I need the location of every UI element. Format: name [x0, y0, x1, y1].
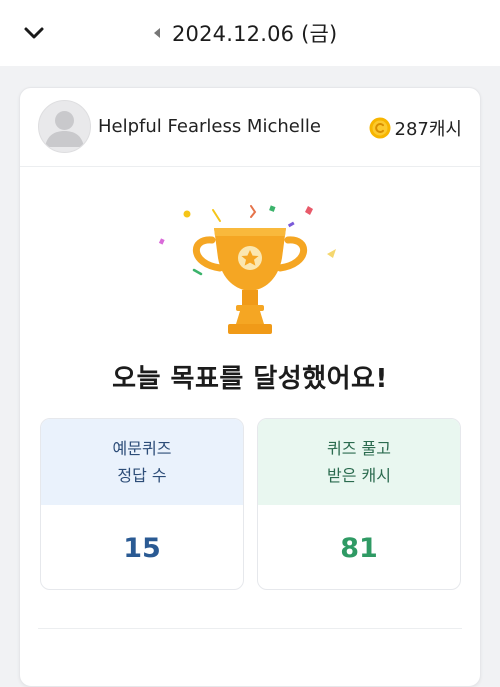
avatar[interactable] [38, 100, 91, 153]
coin-icon [369, 117, 391, 139]
quiz-correct-label: 예문퀴즈 정답 수 [41, 419, 243, 505]
user-avatar-icon [45, 111, 84, 147]
goal-achieved-title: 오늘 목표를 달성했어요! [112, 364, 388, 394]
quiz-correct-value: 15 [123, 532, 161, 564]
cash-amount: 287캐시 [394, 119, 462, 140]
quiz-correct-stat: 예문퀴즈 정답 수 15 [40, 418, 244, 590]
collapse-button[interactable] [18, 17, 50, 49]
divider [38, 628, 462, 629]
chevron-down-icon [24, 27, 44, 39]
daily-goal-card: Helpful Fearless Michelle 287캐시 오늘 목표를 달… [19, 87, 481, 687]
trophy-icon [158, 205, 336, 334]
earned-cash-value: 81 [340, 532, 378, 564]
profile-header: Helpful Fearless Michelle 287캐시 [20, 88, 480, 167]
date-navigator: 2024.12.06 (금) [150, 16, 337, 50]
trophy-illustration [150, 198, 350, 348]
triangle-left-icon [154, 28, 160, 38]
previous-date-button[interactable] [150, 23, 164, 43]
stat-label-line: 퀴즈 풀고 [327, 439, 391, 458]
stat-label-line: 받은 캐시 [327, 466, 391, 485]
stat-label-line: 정답 수 [117, 466, 167, 485]
earned-cash-label: 퀴즈 풀고 받은 캐시 [258, 419, 460, 505]
stat-label-line: 예문퀴즈 [112, 439, 172, 458]
user-name: Helpful Fearless Michelle [98, 116, 321, 137]
earned-cash-stat: 퀴즈 풀고 받은 캐시 81 [257, 418, 461, 590]
top-bar: 2024.12.06 (금) [0, 0, 500, 66]
current-date: 2024.12.06 (금) [172, 22, 338, 46]
cash-balance: 287캐시 [369, 115, 462, 141]
